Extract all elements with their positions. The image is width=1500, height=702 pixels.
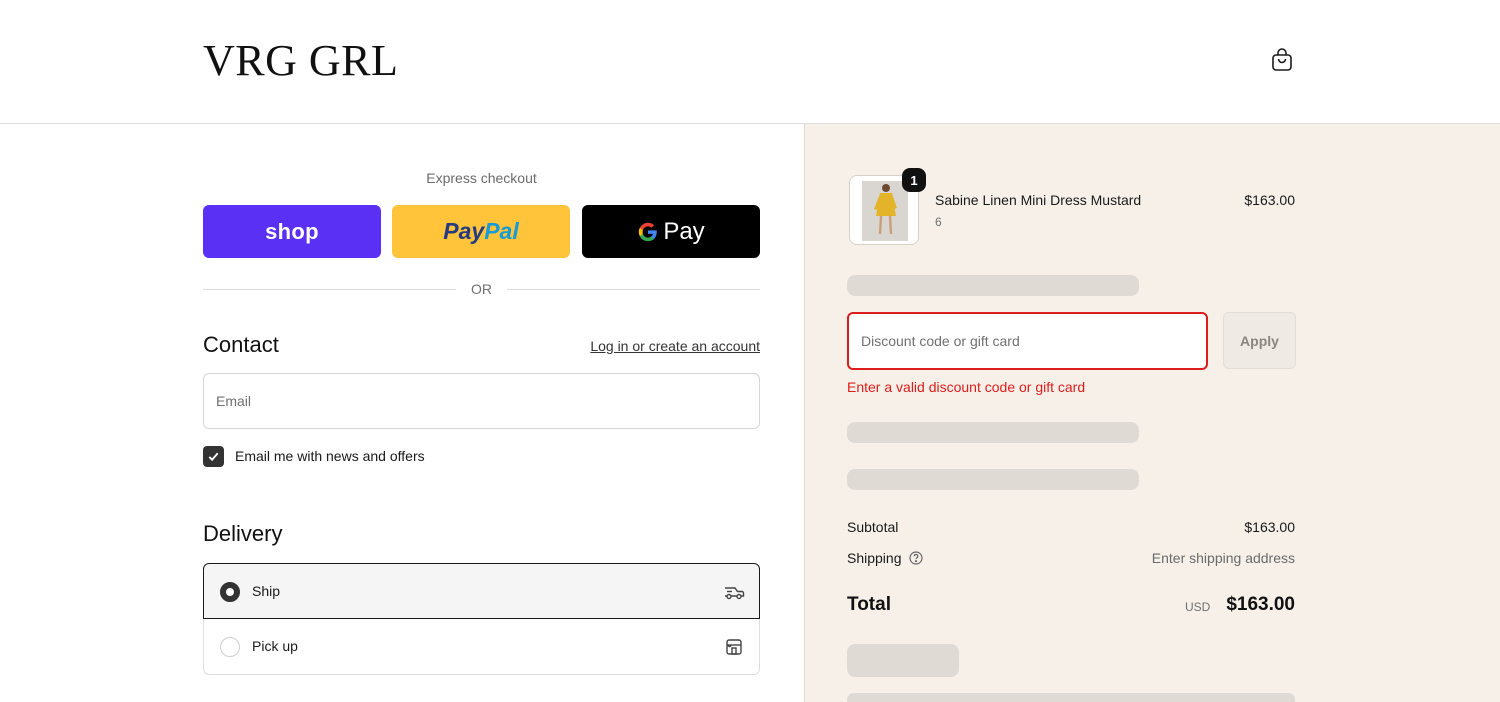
google-pay-button[interactable]: Pay (582, 205, 760, 258)
shopping-bag-icon[interactable] (1268, 46, 1296, 74)
newsletter-label: Email me with news and offers (235, 448, 425, 464)
google-g-icon (639, 222, 658, 241)
help-icon[interactable] (909, 551, 923, 565)
site-header: VRG GRL (0, 0, 1500, 124)
shop-pay-label: shop (265, 218, 319, 244)
total-label: Total (847, 594, 891, 615)
contact-title: Contact (203, 332, 279, 357)
divider-line-right (507, 289, 760, 290)
apply-discount-button[interactable]: Apply (1223, 312, 1296, 369)
subtotal-label: Subtotal (847, 519, 899, 535)
paypal-label-pay: Pay (443, 218, 485, 244)
store-icon (726, 639, 742, 655)
delivery-option-pickup[interactable]: Pick up (203, 619, 760, 675)
newsletter-checkbox[interactable] (203, 446, 224, 467)
subtotal-value: $163.00 (1244, 519, 1295, 535)
or-divider: OR (203, 280, 760, 300)
total-value: $163.00 (1226, 594, 1295, 615)
shop-pay-button[interactable]: shop (203, 205, 381, 258)
checkmark-icon (208, 452, 219, 462)
shipping-label: Shipping (847, 550, 902, 566)
paypal-button[interactable]: Pay Pal (392, 205, 570, 258)
loading-placeholder (847, 422, 1139, 443)
express-checkout-title: Express checkout (426, 170, 537, 186)
product-name: Sabine Linen Mini Dress Mustard (935, 192, 1142, 208)
loading-placeholder (847, 469, 1139, 490)
ship-radio[interactable] (220, 582, 240, 602)
store-logo[interactable]: VRG GRL (203, 38, 398, 84)
pickup-label: Pick up (252, 638, 298, 654)
delivery-option-ship[interactable]: Ship (203, 563, 760, 619)
delivery-title: Delivery (203, 521, 283, 546)
quantity-badge: 1 (902, 168, 926, 192)
discount-error-message: Enter a valid discount code or gift card (847, 379, 1086, 395)
shipping-row: Shipping (847, 550, 923, 566)
truck-icon (725, 587, 745, 600)
product-price: $163.00 (1244, 192, 1295, 208)
order-summary: 1 Sabine Linen Mini Dress Mustard 6 $163… (804, 124, 1500, 702)
loading-placeholder (847, 644, 959, 677)
loading-placeholder (847, 275, 1139, 296)
email-field[interactable] (203, 373, 760, 429)
product-variant: 6 (935, 215, 942, 229)
discount-code-input[interactable] (847, 312, 1208, 370)
paypal-label-pal: Pal (484, 218, 519, 244)
loading-placeholder (847, 693, 1295, 702)
checkout-form: Express checkout shop Pay Pal Pay OR Cont… (0, 124, 804, 702)
login-link[interactable]: Log in or create an account (560, 338, 760, 354)
pickup-radio[interactable] (220, 637, 240, 657)
ship-label: Ship (252, 583, 281, 599)
google-pay-label: Pay (663, 217, 705, 245)
shipping-value: Enter shipping address (1151, 550, 1295, 566)
